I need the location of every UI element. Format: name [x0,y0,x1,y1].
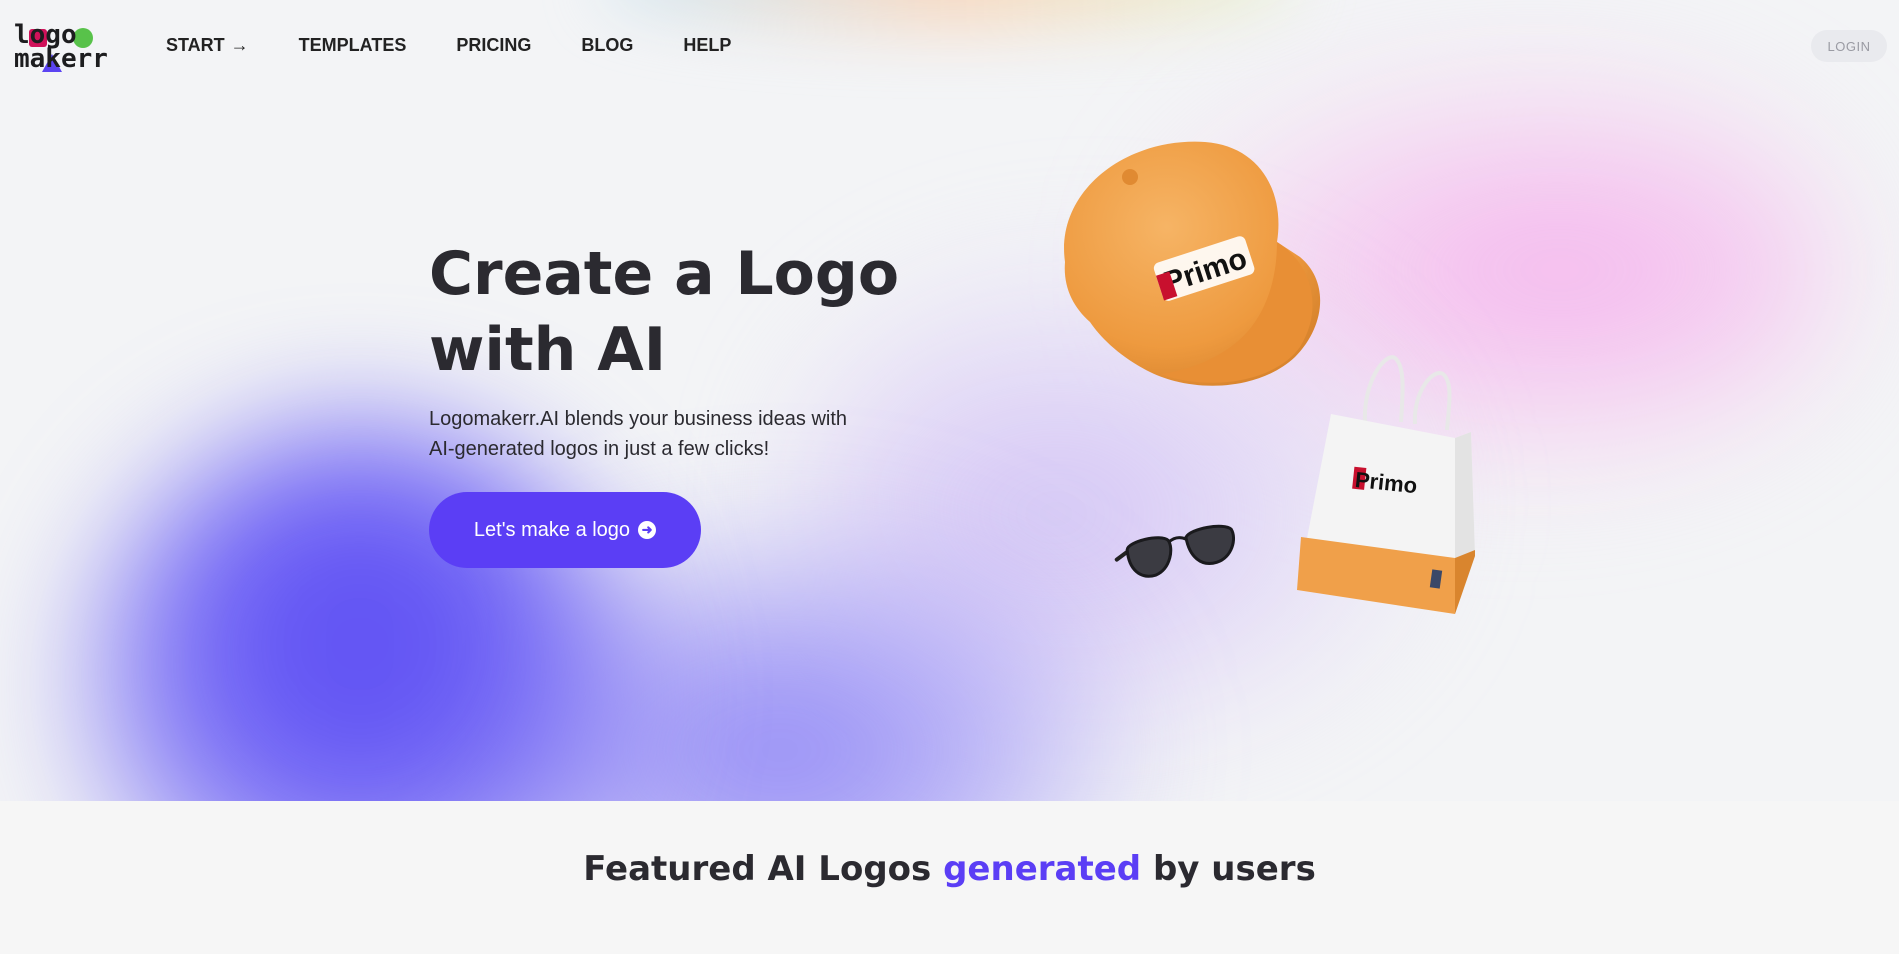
top-nav: logo makerr START → TEMPLATES PRICING BL… [0,0,1899,90]
nav-link-templates[interactable]: TEMPLATES [299,35,407,56]
hero-section: logo makerr START → TEMPLATES PRICING BL… [0,0,1899,801]
make-logo-button[interactable]: Let's make a logo ➜ [429,492,701,568]
hero-subtitle: Logomakerr.AI blends your business ideas… [429,404,909,464]
sunglasses-mockup [1114,524,1236,578]
arrow-circle-right-icon: ➜ [638,521,657,539]
hero-subtitle-line2: AI-generated logos in just a few clicks! [429,438,770,460]
featured-title-accent: generated [943,849,1142,889]
make-logo-button-label: Let's make a logo [473,518,631,541]
nav-link-blog[interactable]: BLOG [581,35,633,56]
arrow-right-icon: → [230,35,249,55]
decorative-blob [80,420,640,801]
nav-link-start[interactable]: START → [166,35,249,56]
featured-title-prefix: Featured AI Logos [583,849,944,889]
hero-title: Create a Logo with AI [429,236,949,388]
featured-title: Featured AI Logos generated by users [0,849,1899,889]
login-button[interactable]: LOGIN [1811,30,1887,62]
shopping-bag-mockup: Primo [1297,355,1475,614]
logo[interactable]: logo makerr [14,22,118,74]
nav-link-help[interactable]: HELP [683,35,731,56]
featured-section: Featured AI Logos generated by users [0,801,1899,954]
page: logo makerr START → TEMPLATES PRICING BL… [0,0,1899,954]
nav-links: START → TEMPLATES PRICING BLOG HELP [166,35,781,56]
hero-title-line2: with AI [429,315,667,385]
hero-subtitle-line1: Logomakerr.AI blends your business ideas… [429,408,848,430]
nav-link-pricing[interactable]: PRICING [456,35,531,56]
hero-title-line1: Create a Logo [429,239,900,309]
featured-title-suffix: by users [1141,849,1316,889]
nav-link-label: START [166,35,225,55]
logo-text-line2: makerr [14,44,108,74]
cap-mockup: Primo [1064,141,1321,386]
